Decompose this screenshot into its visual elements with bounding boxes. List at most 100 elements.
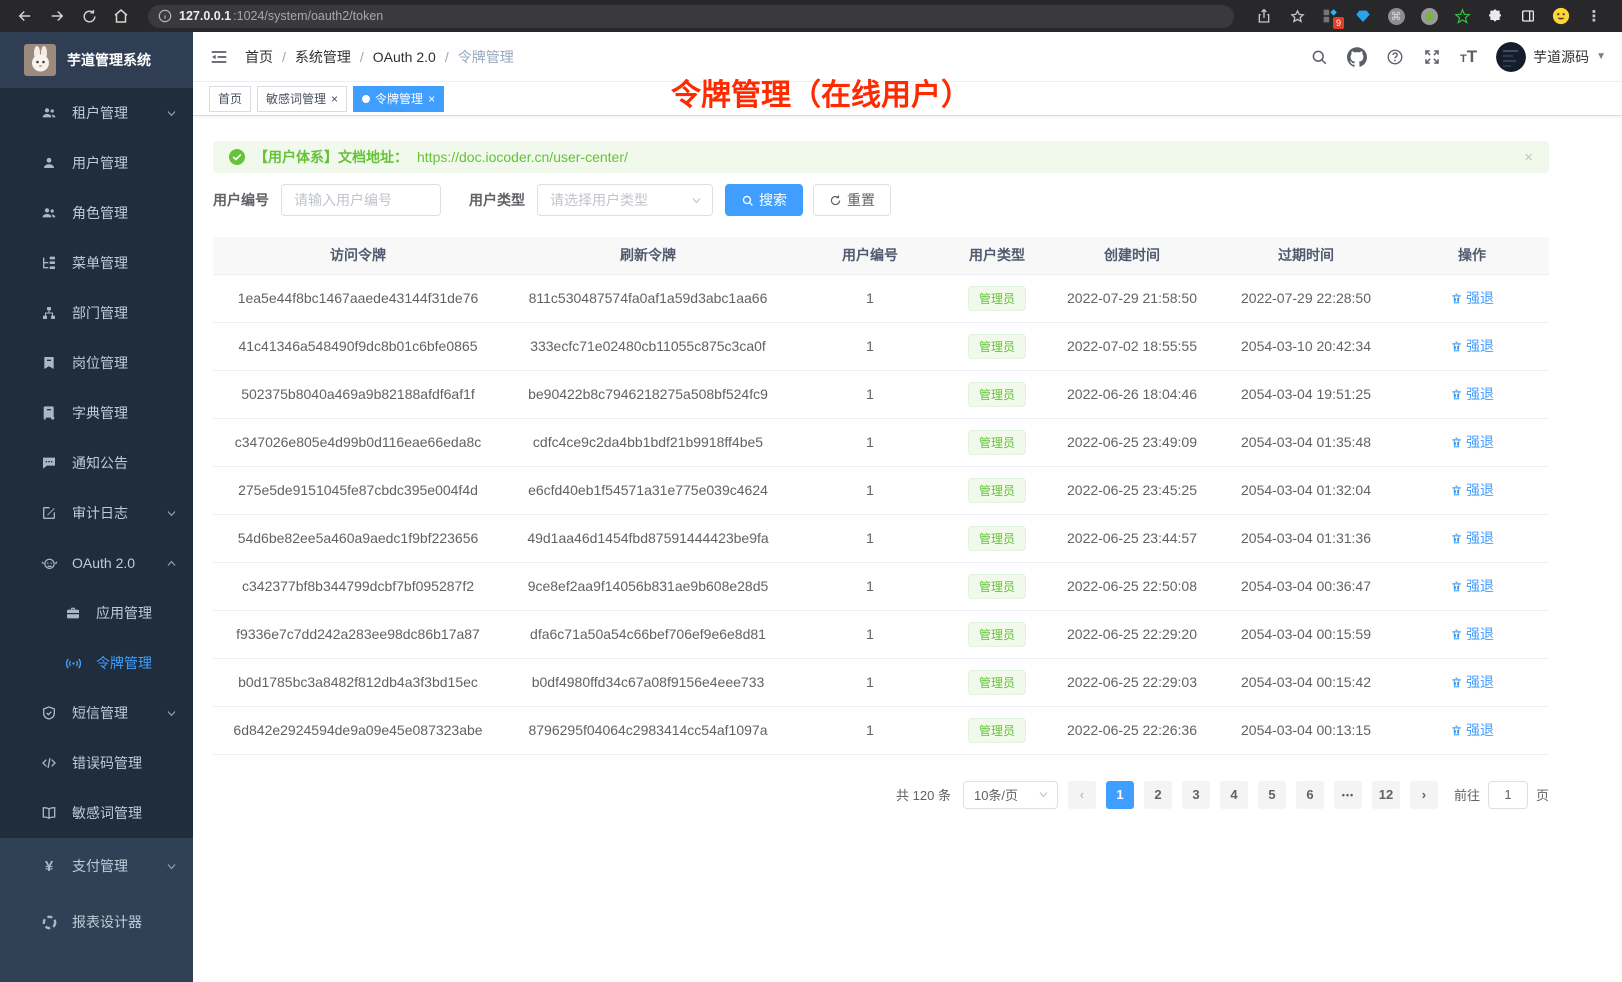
refresh-token-cell: 8796295f04064c2983414cc54af1097a — [503, 706, 793, 754]
sidebar-item-oauth2-token[interactable]: 令牌管理 — [0, 638, 193, 688]
search-icon[interactable] — [1310, 48, 1328, 66]
sidebar-item-oauth2[interactable]: OAuth 2.0 — [0, 538, 193, 588]
created-time-cell: 2022-06-25 22:29:03 — [1047, 658, 1217, 706]
page-button-3[interactable]: 3 — [1182, 781, 1210, 809]
operation-cell: 强退 — [1395, 418, 1549, 466]
org-icon — [40, 305, 58, 321]
sidebar-item-tenant[interactable]: 租户管理 — [0, 88, 193, 138]
force-logout-button[interactable]: 强退 — [1450, 432, 1494, 452]
page-button-5[interactable]: 5 — [1258, 781, 1286, 809]
user-type-cell: 管理员 — [947, 274, 1047, 322]
user-id-input[interactable] — [281, 184, 441, 216]
sidebar-logo[interactable]: 芋道管理系统 — [0, 32, 193, 88]
sidebar-item-sensitive-word[interactable]: 敏感词管理 — [0, 788, 193, 838]
user-type-cell: 管理员 — [947, 658, 1047, 706]
fullscreen-icon[interactable] — [1423, 48, 1441, 66]
force-logout-button[interactable]: 强退 — [1450, 288, 1494, 308]
user-menu[interactable]: 芋道源码 ▼ — [1496, 42, 1606, 72]
breadcrumb-item[interactable]: OAuth 2.0 — [373, 49, 436, 65]
sidebar-item-report-designer[interactable]: 报表设计器 — [0, 894, 193, 950]
prev-page-button: ‹ — [1068, 781, 1096, 809]
user-type-tag: 管理员 — [968, 670, 1026, 695]
page-button-1[interactable]: 1 — [1106, 781, 1134, 809]
goto-page-input[interactable] — [1488, 781, 1528, 809]
alert-close-icon[interactable]: × — [1524, 149, 1533, 166]
force-logout-button[interactable]: 强退 — [1450, 720, 1494, 740]
sidebar-item-role[interactable]: 角色管理 — [0, 188, 193, 238]
sidebar-item-notice[interactable]: 通知公告 — [0, 438, 193, 488]
tag-label: 敏感词管理 — [266, 90, 326, 107]
pager-ellipsis[interactable]: ••• — [1334, 781, 1362, 809]
browser-forward-icon[interactable] — [44, 3, 70, 29]
question-icon[interactable] — [1386, 48, 1404, 66]
overflow-menu-icon[interactable]: ⋮ — [1584, 6, 1604, 26]
green-star-icon[interactable] — [1452, 6, 1472, 26]
sidebar-item-dict[interactable]: 字典管理 — [0, 388, 193, 438]
column-header: 刷新令牌 — [503, 237, 793, 274]
user-id-cell: 1 — [793, 706, 947, 754]
close-icon[interactable]: × — [331, 93, 338, 105]
tab-令牌管理[interactable]: 令牌管理× — [353, 86, 444, 112]
next-page-button[interactable]: › — [1410, 781, 1438, 809]
force-logout-button[interactable]: 强退 — [1450, 624, 1494, 644]
force-logout-button[interactable]: 强退 — [1450, 672, 1494, 692]
force-logout-button[interactable]: 强退 — [1450, 384, 1494, 404]
user-type-tag: 管理员 — [968, 430, 1026, 455]
sidebar-item-sms[interactable]: 短信管理 — [0, 688, 193, 738]
sidebar-item-user[interactable]: 用户管理 — [0, 138, 193, 188]
close-icon[interactable]: × — [428, 93, 435, 105]
puzzle-icon[interactable] — [1485, 6, 1505, 26]
chevron-down-icon — [691, 195, 702, 206]
github-icon[interactable] — [1347, 47, 1367, 67]
reader-window-icon[interactable] — [1518, 6, 1538, 26]
sidebar-item-error-code[interactable]: 错误码管理 — [0, 738, 193, 788]
record-circle-icon[interactable] — [1419, 6, 1439, 26]
command-circle-icon[interactable]: ⌘ — [1386, 6, 1406, 26]
page-size-select[interactable]: 10条/页 — [963, 781, 1058, 809]
user-id-cell: 1 — [793, 466, 947, 514]
bookmark-star-icon[interactable] — [1287, 6, 1307, 26]
reset-button[interactable]: 重置 — [813, 184, 891, 216]
user-type-select[interactable]: 请选择用户类型 — [537, 184, 713, 216]
alert-text: 【用户体系】文档地址： — [254, 147, 408, 167]
browser-reload-icon[interactable] — [76, 3, 102, 29]
page-button-4[interactable]: 4 — [1220, 781, 1248, 809]
extensions-grid-icon[interactable]: 9 — [1320, 6, 1340, 26]
browser-home-icon[interactable] — [108, 3, 134, 29]
page-button-6[interactable]: 6 — [1296, 781, 1324, 809]
breadcrumb-item[interactable]: 首页 — [245, 47, 273, 67]
address-bar[interactable]: 127.0.0.1 :1024/system/oauth2/token — [148, 5, 1234, 28]
expire-time-cell: 2054-03-10 20:42:34 — [1217, 322, 1395, 370]
force-logout-button[interactable]: 强退 — [1450, 336, 1494, 356]
tab-首页[interactable]: 首页 — [209, 86, 251, 112]
page-button-12[interactable]: 12 — [1372, 781, 1400, 809]
user-type-tag: 管理员 — [968, 286, 1026, 311]
search-button[interactable]: 搜索 — [725, 184, 803, 216]
force-logout-button[interactable]: 强退 — [1450, 480, 1494, 500]
page-button-2[interactable]: 2 — [1144, 781, 1172, 809]
sidebar-item-oauth2-app[interactable]: 应用管理 — [0, 588, 193, 638]
operation-cell: 强退 — [1395, 370, 1549, 418]
sidebar-item-dept[interactable]: 部门管理 — [0, 288, 193, 338]
sidebar-item-pay[interactable]: ¥支付管理 — [0, 838, 193, 894]
share-icon[interactable] — [1254, 6, 1274, 26]
user-type-tag: 管理员 — [968, 334, 1026, 359]
table-row: 41c41346a548490f9dc8b01c6bfe0865333ecfc7… — [213, 322, 1549, 370]
breadcrumb-item[interactable]: 系统管理 — [295, 47, 351, 67]
font-size-icon[interactable]: TT — [1460, 47, 1477, 67]
force-logout-button[interactable]: 强退 — [1450, 528, 1494, 548]
emoji-icon[interactable] — [1551, 6, 1571, 26]
notice-icon — [40, 455, 58, 471]
force-logout-button[interactable]: 强退 — [1450, 576, 1494, 596]
browser-back-icon[interactable] — [12, 3, 38, 29]
sidebar-item-audit-log[interactable]: 审计日志 — [0, 488, 193, 538]
site-info-icon[interactable] — [158, 9, 172, 23]
sidebar-fold-icon[interactable] — [209, 47, 229, 67]
alert-doc-link[interactable]: https://doc.iocoder.cn/user-center/ — [417, 149, 628, 165]
sidebar-item-menu[interactable]: 菜单管理 — [0, 238, 193, 288]
gem-icon[interactable] — [1353, 6, 1373, 26]
user-id-label: 用户编号 — [213, 190, 269, 210]
sidebar-item-post[interactable]: 岗位管理 — [0, 338, 193, 388]
sidebar-menu: 租户管理用户管理角色管理菜单管理部门管理岗位管理字典管理通知公告审计日志OAut… — [0, 88, 193, 838]
tab-敏感词管理[interactable]: 敏感词管理 × — [257, 86, 347, 112]
